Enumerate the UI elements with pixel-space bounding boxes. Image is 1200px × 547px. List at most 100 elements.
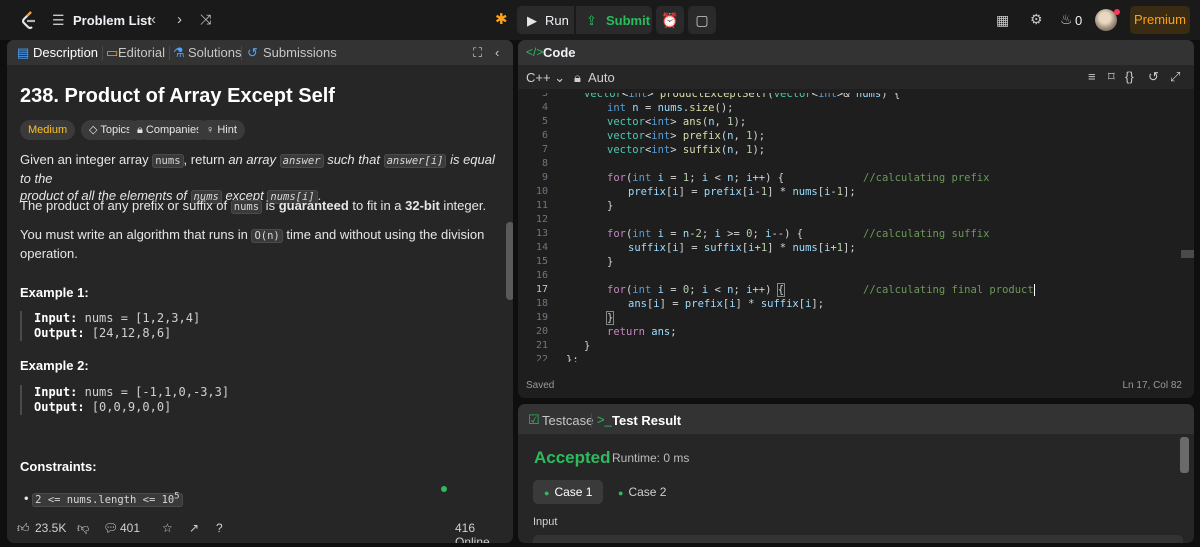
- submit-button[interactable]: ⇪ Submit: [576, 6, 652, 34]
- desc-text: is: [262, 198, 279, 213]
- premium-button[interactable]: Premium: [1130, 6, 1190, 34]
- help-icon[interactable]: ?: [216, 521, 223, 535]
- tab-test-result[interactable]: Test Result: [612, 413, 681, 428]
- likes-count: 23.5K: [35, 521, 67, 535]
- description-paragraph-2: The product of any prefix or suffix of n…: [20, 197, 486, 216]
- desc-text: The product of any prefix or suffix of: [20, 198, 231, 213]
- hint-label: Hint: [217, 124, 237, 136]
- case-label: Case 2: [628, 485, 667, 499]
- constraint-item: • 2 <= nums.length <= 105: [24, 488, 183, 509]
- star-icon[interactable]: ☆: [162, 521, 173, 535]
- timer-alarm-icon[interactable]: ⏰: [656, 6, 684, 34]
- problem-description-panel: ▤ Description ▭ Editorial ⚗ Solutions ↺ …: [7, 40, 513, 543]
- test-result-panel: ☑ Testcase >_ Test Result Accepted Runti…: [518, 404, 1194, 543]
- line-number: 19: [535, 312, 548, 323]
- result-status: Accepted: [534, 448, 611, 467]
- comment-icon[interactable]: 💬︎: [103, 521, 118, 535]
- cursor-position: Ln 17, Col 82: [1122, 380, 1183, 391]
- problem-list-icon[interactable]: ☰: [52, 12, 65, 29]
- notes-icon[interactable]: ▢: [688, 6, 716, 34]
- submit-label: Submit: [606, 13, 651, 28]
- play-icon: ▶: [527, 13, 537, 28]
- line-number: 7: [541, 144, 548, 155]
- settings-gear-icon[interactable]: ⚙: [1030, 11, 1043, 28]
- code-line: return ans;: [607, 326, 677, 338]
- tab-editorial[interactable]: Editorial: [118, 45, 165, 60]
- reset-icon[interactable]: ↺: [1148, 69, 1159, 85]
- desc-text: an array: [228, 152, 280, 167]
- tab-submissions[interactable]: Submissions: [263, 45, 337, 60]
- case-1-tab[interactable]: ● Case 1: [533, 480, 604, 504]
- inline-code: nums: [152, 154, 184, 168]
- code-line: }: [607, 200, 614, 212]
- code-line: for(int i = 1; i < n; i++) {: [607, 172, 785, 184]
- inline-code: O(n): [251, 229, 283, 243]
- streak-flame-icon[interactable]: ♨: [1060, 11, 1073, 28]
- line-number: 22: [535, 354, 548, 365]
- result-tabs: ☑ Testcase >_ Test Result: [518, 404, 1194, 434]
- tab-testcase[interactable]: Testcase: [542, 413, 593, 428]
- pass-dot: ●: [618, 488, 624, 498]
- line-number: 14: [535, 242, 548, 253]
- code-scrollbar[interactable]: [1181, 250, 1194, 258]
- desc-text: integer.: [439, 198, 487, 213]
- shuffle-icon[interactable]: ⤨: [200, 11, 211, 28]
- example-output-label: Output:: [34, 400, 85, 414]
- tab-solutions[interactable]: Solutions: [188, 45, 241, 60]
- input-label: Input: [533, 516, 558, 528]
- desc-text: , return: [183, 152, 229, 167]
- hint-chip[interactable]: ♀ Hint: [198, 120, 245, 140]
- submissions-tab-icon: ↺: [247, 45, 258, 60]
- tab-divider: [241, 46, 242, 60]
- result-scrollbar[interactable]: [1180, 437, 1189, 473]
- code-icon: </>: [526, 45, 544, 59]
- inline-code: answer[i]: [383, 154, 447, 168]
- line-number: 20: [535, 326, 548, 337]
- thumbs-up-icon[interactable]: 👍︎: [17, 521, 30, 536]
- topics-label: Topics: [100, 124, 132, 136]
- prev-problem-icon[interactable]: ‹: [151, 11, 156, 28]
- bookmark-icon[interactable]: ⌑: [1108, 69, 1115, 85]
- line-number: 12: [535, 214, 548, 225]
- lock-icon: 🔒︎: [137, 124, 146, 136]
- debug-bug-icon[interactable]: ✱: [495, 10, 508, 28]
- companies-label: Companies: [145, 124, 202, 136]
- language-label: C++: [526, 70, 551, 85]
- expand-icon[interactable]: ⤢: [1170, 69, 1180, 85]
- code-line: vector<int> productExceptSelf(vector<int…: [584, 88, 901, 100]
- thumbs-down-icon[interactable]: 👎︎: [77, 521, 89, 536]
- case-2-tab[interactable]: ● Case 2: [607, 480, 677, 504]
- language-select[interactable]: C++ ⌄: [526, 70, 565, 86]
- code-line: }: [584, 340, 591, 352]
- tab-divider: [169, 46, 170, 60]
- code-title: Code: [543, 45, 576, 60]
- runtime-text: Runtime: 0 ms: [612, 451, 690, 465]
- line-number: 10: [535, 186, 548, 197]
- desc-text: to fit in a: [348, 198, 406, 213]
- format-lines-icon[interactable]: ≡: [1088, 69, 1096, 84]
- description-tab-icon: ▤: [17, 45, 30, 60]
- auto-mode-label[interactable]: Auto: [588, 70, 615, 85]
- description-scrollbar[interactable]: [506, 222, 513, 300]
- code-comment: //calculating suffix: [863, 228, 990, 240]
- tag-icon: ◇: [89, 124, 101, 136]
- maximize-panel-icon[interactable]: ⛶: [473, 45, 482, 61]
- line-number: 17: [535, 284, 548, 295]
- line-number: 15: [535, 256, 548, 267]
- code-line: }: [605, 311, 615, 325]
- share-icon[interactable]: ↗: [189, 521, 199, 535]
- braces-icon[interactable]: {}: [1125, 69, 1134, 84]
- tab-divider: [102, 46, 103, 60]
- layout-grid-icon[interactable]: ▦: [996, 12, 1009, 29]
- problem-list-link[interactable]: Problem List: [73, 13, 152, 28]
- next-problem-icon[interactable]: ›: [177, 11, 182, 28]
- difficulty-badge: Medium: [20, 120, 76, 140]
- code-line: prefix[i] = prefix[i-1] * nums[i-1];: [628, 186, 856, 198]
- line-number: 16: [535, 270, 548, 281]
- example-1-block: Input: nums = [1,2,3,4] Output: [24,12,8…: [20, 311, 480, 341]
- leetcode-logo-icon[interactable]: [18, 9, 40, 31]
- collapse-panel-icon[interactable]: ‹: [495, 45, 499, 60]
- run-button[interactable]: ▶ Run: [517, 6, 574, 34]
- tab-description[interactable]: Description: [33, 45, 98, 60]
- code-line: };: [566, 354, 579, 366]
